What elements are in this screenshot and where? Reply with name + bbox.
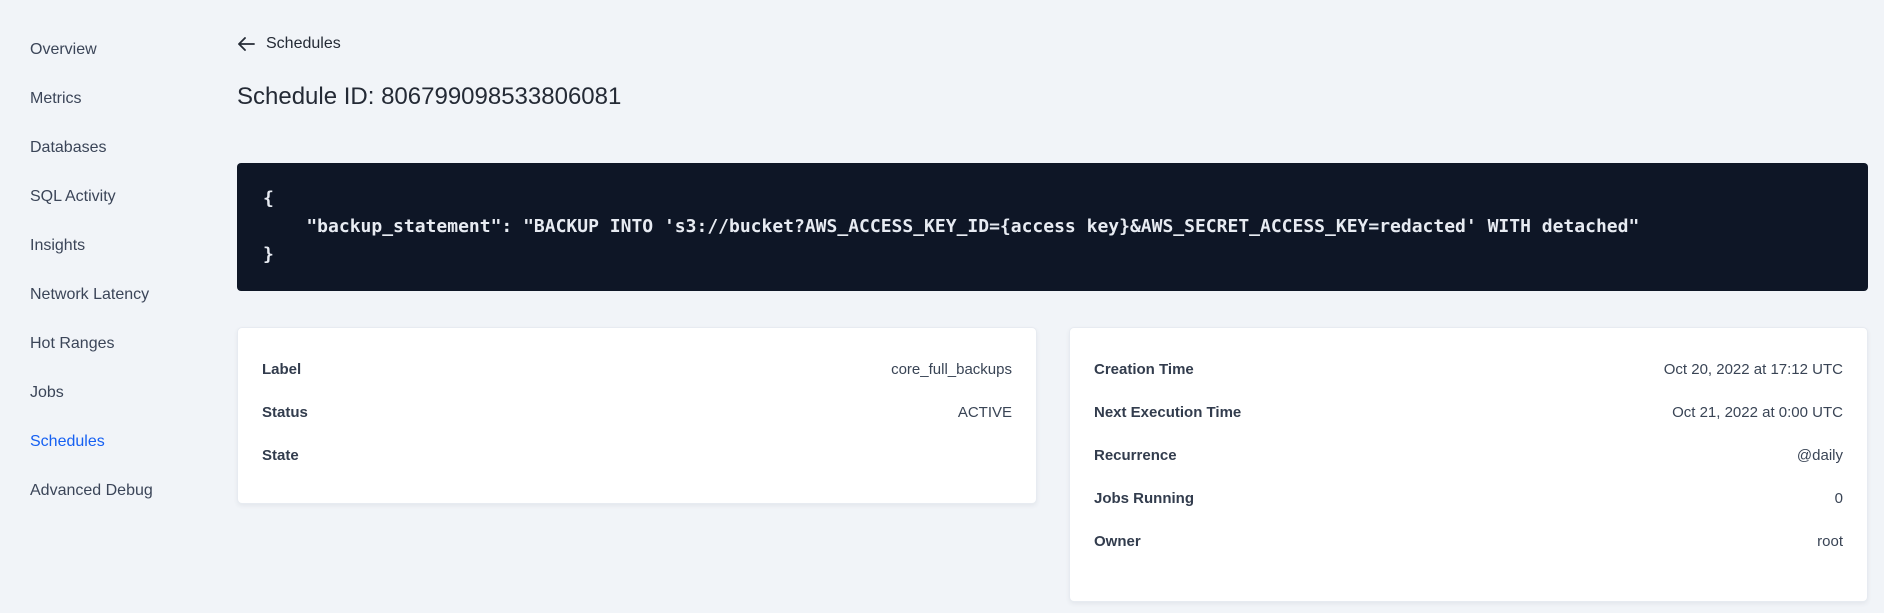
detail-row-creation-time: Creation Time Oct 20, 2022 at 17:12 UTC (1094, 348, 1843, 391)
detail-row-label: Label core_full_backups (262, 348, 1012, 391)
sidebar-item-metrics[interactable]: Metrics (0, 74, 205, 123)
row-value: Oct 20, 2022 at 17:12 UTC (1663, 361, 1843, 378)
app-root: Overview Metrics Databases SQL Activity … (0, 0, 1884, 613)
detail-row-state: State (262, 434, 1012, 477)
detail-row-next-execution-time: Next Execution Time Oct 21, 2022 at 0:00… (1094, 391, 1843, 434)
sidebar-item-network-latency[interactable]: Network Latency (0, 270, 205, 319)
code-line: { (263, 188, 274, 209)
sidebar-item-hot-ranges[interactable]: Hot Ranges (0, 319, 205, 368)
row-value: ACTIVE (957, 404, 1012, 421)
detail-cards-row: Label core_full_backups Status ACTIVE St… (237, 327, 1868, 602)
schedule-definition-code-block: { "backup_statement": "BACKUP INTO 's3:/… (237, 163, 1868, 291)
sidebar-item-schedules[interactable]: Schedules (0, 417, 205, 466)
back-to-schedules-link[interactable]: Schedules (237, 35, 341, 53)
row-value: Oct 21, 2022 at 0:00 UTC (1672, 404, 1843, 421)
back-link-label: Schedules (266, 35, 341, 52)
detail-row-jobs-running: Jobs Running 0 (1094, 477, 1843, 520)
schedule-info-card: Creation Time Oct 20, 2022 at 17:12 UTC … (1069, 327, 1868, 602)
page-title: Schedule ID: 806799098533806081 (237, 83, 622, 110)
row-value: core_full_backups (891, 361, 1012, 378)
schedule-status-card: Label core_full_backups Status ACTIVE St… (237, 327, 1037, 504)
row-label: Creation Time (1094, 361, 1194, 378)
detail-row-status: Status ACTIVE (262, 391, 1012, 434)
code-line: "backup_statement": "BACKUP INTO 's3://b… (263, 216, 1640, 237)
left-arrow-icon (237, 37, 255, 51)
code-line: } (263, 244, 274, 265)
row-label: Jobs Running (1094, 490, 1194, 507)
detail-row-recurrence: Recurrence @daily (1094, 434, 1843, 477)
row-value: root (1817, 533, 1843, 550)
sidebar-item-insights[interactable]: Insights (0, 221, 205, 270)
row-label: Status (262, 404, 308, 421)
detail-row-owner: Owner root (1094, 520, 1843, 563)
sidebar-item-sql-activity[interactable]: SQL Activity (0, 172, 205, 221)
row-value: @daily (1796, 447, 1843, 464)
sidebar-item-advanced-debug[interactable]: Advanced Debug (0, 466, 205, 515)
row-label: Next Execution Time (1094, 404, 1242, 421)
sidebar: Overview Metrics Databases SQL Activity … (0, 0, 205, 613)
row-label: State (262, 447, 299, 464)
row-label: Recurrence (1094, 447, 1177, 464)
sidebar-item-jobs[interactable]: Jobs (0, 368, 205, 417)
sidebar-item-overview[interactable]: Overview (0, 25, 205, 74)
sidebar-item-databases[interactable]: Databases (0, 123, 205, 172)
row-label: Owner (1094, 533, 1141, 550)
row-value: 0 (1834, 490, 1843, 507)
row-label: Label (262, 361, 302, 378)
main-content: Schedules Schedule ID: 80679909853380608… (205, 0, 1884, 613)
